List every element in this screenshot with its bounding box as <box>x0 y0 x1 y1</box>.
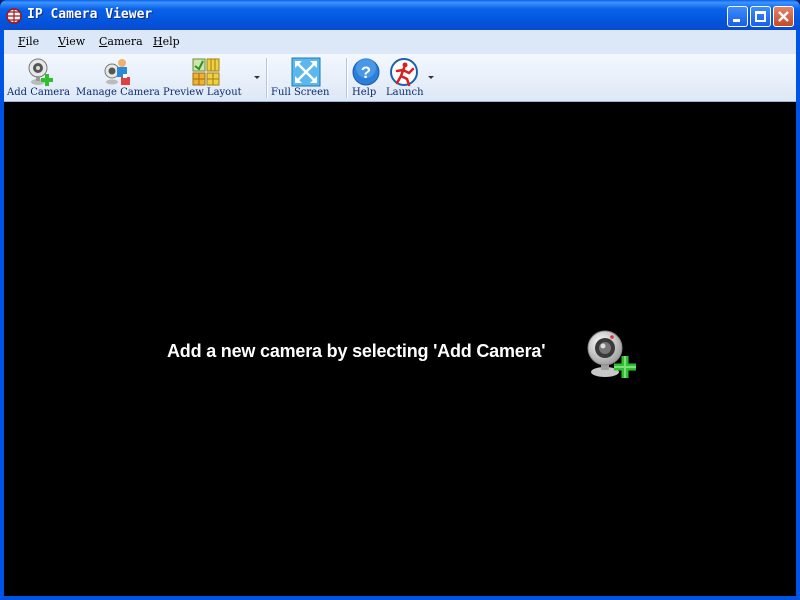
help-icon: ? <box>352 58 380 86</box>
menu-help[interactable]: Help <box>153 35 180 48</box>
close-button[interactable] <box>773 6 794 27</box>
app-window: IP Camera Viewer File View Camera Help A… <box>0 0 800 600</box>
menu-view-label: iew <box>65 35 86 48</box>
preview-layout-dropdown-icon[interactable] <box>254 76 260 79</box>
menu-help-label: elp <box>162 35 180 48</box>
menu-file-label: ile <box>25 35 40 48</box>
close-icon <box>778 11 789 22</box>
camera-preview-area[interactable]: Add a new camera by selecting 'Add Camer… <box>4 102 796 596</box>
help-label: Help <box>352 87 377 98</box>
full-screen-button[interactable]: Full Screen <box>271 56 339 99</box>
minimize-icon <box>733 19 740 22</box>
toolbar: Add Camera Manage Camera Preview Layout … <box>4 54 796 102</box>
manage-camera-icon <box>104 59 130 85</box>
launch-label: Launch <box>386 87 424 98</box>
menu-view-mnemonic: V <box>58 35 66 48</box>
add-camera-label: Add Camera <box>7 87 70 98</box>
webcam-add-icon <box>587 330 636 378</box>
preview-layout-label: Preview Layout <box>163 87 242 98</box>
menu-file[interactable]: File <box>18 35 39 48</box>
maximize-icon <box>755 11 766 22</box>
manage-camera-label: Manage Camera <box>76 87 160 98</box>
add-camera-button[interactable]: Add Camera <box>7 56 73 99</box>
title-bar[interactable]: IP Camera Viewer <box>0 0 800 30</box>
app-globe-icon <box>6 8 22 24</box>
menu-bar: File View Camera Help <box>4 30 796 54</box>
help-button[interactable]: ? Help <box>351 56 381 99</box>
fullscreen-icon <box>291 57 321 87</box>
empty-state-message: Add a new camera by selecting 'Add Camer… <box>167 341 546 361</box>
menu-camera[interactable]: Camera <box>99 35 143 48</box>
window-title: IP Camera Viewer <box>27 7 153 22</box>
launch-dropdown-icon[interactable] <box>428 76 434 79</box>
maximize-button[interactable] <box>750 6 771 27</box>
full-screen-label: Full Screen <box>271 87 330 98</box>
menu-camera-label: amera <box>107 35 143 48</box>
launch-icon <box>390 58 418 87</box>
webcam-add-icon <box>28 58 53 86</box>
launch-button[interactable]: Launch <box>385 56 425 99</box>
preview-layout-button[interactable]: Preview Layout <box>163 56 249 99</box>
menu-help-mnemonic: H <box>153 35 163 48</box>
menu-file-mnemonic: F <box>18 35 26 48</box>
svg-text:?: ? <box>361 63 371 82</box>
manage-camera-button[interactable]: Manage Camera <box>76 56 160 99</box>
toolbar-separator <box>346 58 348 98</box>
menu-view[interactable]: View <box>58 35 85 48</box>
toolbar-separator <box>266 58 268 98</box>
grid-layout-icon <box>192 58 220 86</box>
minimize-button[interactable] <box>727 6 748 27</box>
